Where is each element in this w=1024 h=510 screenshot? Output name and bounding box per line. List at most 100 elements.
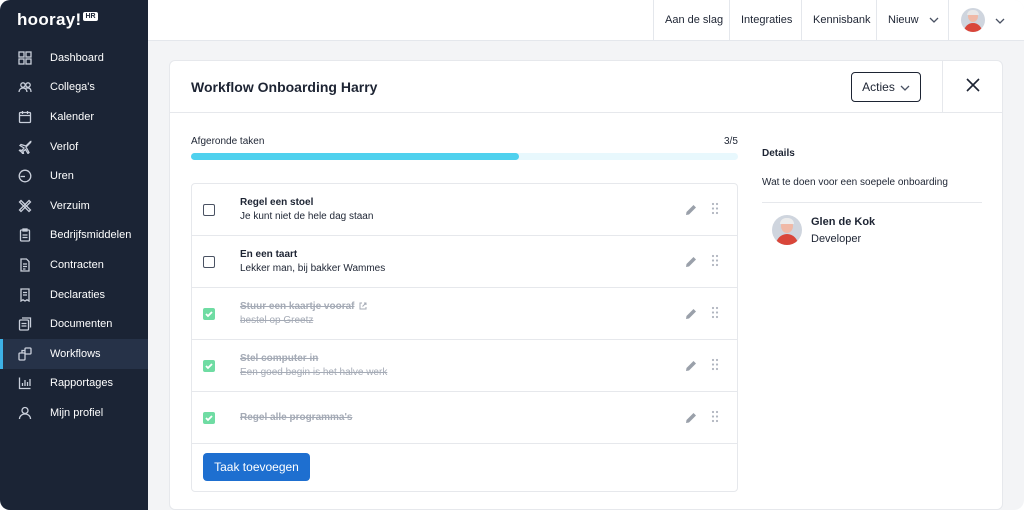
dashboard-icon	[18, 51, 32, 65]
topbar-item-label: Kennisbank	[813, 14, 871, 26]
task-row: En een taart Lekker man, bij bakker Wamm…	[192, 236, 737, 288]
sidebar-item-dashboard[interactable]: Dashboard	[0, 43, 148, 73]
sidebar-item-label: Uren	[50, 170, 74, 183]
clock-icon	[18, 169, 32, 183]
workflow-icon	[18, 347, 32, 361]
panel-header: Workflow Onboarding Harry Acties	[170, 61, 1002, 113]
avatar	[772, 215, 802, 245]
clipboard-icon	[18, 228, 32, 243]
topbar-knowledge-base-link[interactable]: Kennisbank	[801, 0, 882, 40]
sidebar-item-label: Declaraties	[50, 288, 106, 301]
task-list: Regel een stoel Je kunt niet de hele dag…	[191, 183, 738, 492]
pencil-icon[interactable]	[685, 203, 699, 217]
user-icon	[18, 406, 32, 420]
progress-count: 3/5	[724, 136, 738, 147]
topbar-item-label: Aan de slag	[665, 14, 724, 26]
app-window: hooray! HR Dashboard Collega's Kalender …	[0, 0, 1024, 510]
sidebar-item-documents[interactable]: Documenten	[0, 309, 148, 339]
add-task-button[interactable]: Taak toevoegen	[203, 453, 310, 481]
topbar-new-dropdown[interactable]: Nieuw	[876, 0, 948, 40]
topbar-item-label: Nieuw	[888, 14, 919, 26]
topbar-getting-started-link[interactable]: Aan de slag	[653, 0, 734, 40]
drag-handle-icon[interactable]	[711, 306, 721, 320]
sidebar-item-label: Verlof	[50, 140, 79, 153]
task-row: Stel computer in Een goed begin is het h…	[192, 340, 737, 392]
sidebar-item-reports[interactable]: Rapportages	[0, 369, 148, 399]
pencil-icon[interactable]	[685, 411, 699, 425]
pencil-icon[interactable]	[685, 255, 699, 269]
sidebar-item-contracts[interactable]: Contracten	[0, 250, 148, 280]
chevron-down-icon	[995, 11, 1005, 29]
actions-dropdown-button[interactable]: Acties	[851, 72, 921, 102]
chevron-down-icon	[900, 80, 910, 94]
topbar-integrations-link[interactable]: Integraties	[729, 0, 803, 40]
logo[interactable]: hooray! HR	[17, 10, 98, 32]
user-menu[interactable]	[948, 0, 1024, 40]
sidebar: hooray! HR Dashboard Collega's Kalender …	[0, 0, 148, 510]
drag-handle-icon[interactable]	[711, 410, 721, 424]
top-bar: Aan de slag Integraties Kennisbank Nieuw	[148, 0, 1024, 41]
avatar	[961, 8, 985, 32]
sidebar-item-profile[interactable]: Mijn profiel	[0, 398, 148, 428]
sidebar-item-claims[interactable]: Declaraties	[0, 280, 148, 310]
drag-handle-icon[interactable]	[711, 254, 721, 268]
sidebar-item-absence[interactable]: Verzuim	[0, 191, 148, 221]
divider	[762, 202, 982, 203]
colleagues-icon	[18, 80, 32, 94]
sidebar-item-label: Collega's	[50, 81, 95, 94]
assignee-role: Developer	[811, 233, 862, 245]
task-checkbox[interactable]	[203, 204, 215, 216]
sidebar-item-label: Dashboard	[50, 51, 104, 64]
sidebar-item-workflows[interactable]: Workflows	[0, 338, 148, 369]
details-heading: Details	[762, 148, 795, 159]
task-checkbox[interactable]	[203, 412, 215, 424]
documents-icon	[18, 317, 32, 331]
task-checkbox[interactable]	[203, 308, 215, 320]
close-button[interactable]	[942, 61, 1002, 113]
task-description: Je kunt niet de hele dag staan	[240, 211, 374, 222]
task-checkbox[interactable]	[203, 256, 215, 268]
actions-label: Acties	[862, 80, 895, 94]
task-title: Stuur een kaartje vooraf	[240, 301, 367, 313]
sidebar-item-assets[interactable]: Bedrijfsmiddelen	[0, 221, 148, 251]
logo-badge: HR	[83, 12, 98, 21]
task-title: Regel een stoel	[240, 197, 314, 208]
pencil-icon[interactable]	[685, 359, 699, 373]
sidebar-item-label: Documenten	[50, 318, 113, 331]
drag-handle-icon[interactable]	[711, 202, 721, 216]
plane-icon	[18, 140, 32, 154]
task-title-text: Stuur een kaartje vooraf	[240, 301, 355, 312]
task-row: Stuur een kaartje vooraf bestel op Greet…	[192, 288, 737, 340]
task-row: Regel alle programma's	[192, 392, 737, 444]
sidebar-item-hours[interactable]: Uren	[0, 161, 148, 191]
drag-handle-icon[interactable]	[711, 358, 721, 372]
progress-bar-fill	[191, 153, 520, 160]
pencil-icon[interactable]	[685, 307, 699, 321]
progress-bar	[191, 153, 738, 160]
close-icon	[965, 77, 981, 98]
chevron-down-icon	[929, 14, 939, 26]
sidebar-item-label: Contracten	[50, 258, 104, 271]
sidebar-item-colleagues[interactable]: Collega's	[0, 73, 148, 103]
sidebar-item-label: Rapportages	[50, 377, 113, 390]
task-row: Regel een stoel Je kunt niet de hele dag…	[192, 184, 737, 236]
sidebar-item-label: Verzuim	[50, 199, 90, 212]
sidebar-item-leave[interactable]: Verlof	[0, 132, 148, 162]
task-description: Een goed begin is het halve werk	[240, 367, 388, 378]
task-checkbox[interactable]	[203, 360, 215, 372]
task-description: Lekker man, bij bakker Wammes	[240, 263, 386, 274]
progress-label: Afgeronde taken	[191, 136, 265, 147]
sidebar-item-label: Kalender	[50, 110, 95, 123]
page-title: Workflow Onboarding Harry	[191, 79, 378, 95]
details-description: Wat te doen voor een soepele onboarding	[762, 177, 948, 188]
logo-text: hooray!	[17, 10, 82, 29]
external-link-icon[interactable]	[359, 302, 367, 313]
task-description: bestel op Greetz	[240, 315, 314, 326]
calendar-icon	[18, 110, 32, 124]
sidebar-item-label: Mijn profiel	[50, 406, 104, 419]
contract-icon	[18, 258, 32, 272]
sidebar-nav: Dashboard Collega's Kalender Verlof Uren…	[0, 43, 148, 428]
sidebar-item-calendar[interactable]: Kalender	[0, 102, 148, 132]
assignee-name: Glen de Kok	[811, 216, 876, 228]
task-title: En een taart	[240, 249, 298, 260]
